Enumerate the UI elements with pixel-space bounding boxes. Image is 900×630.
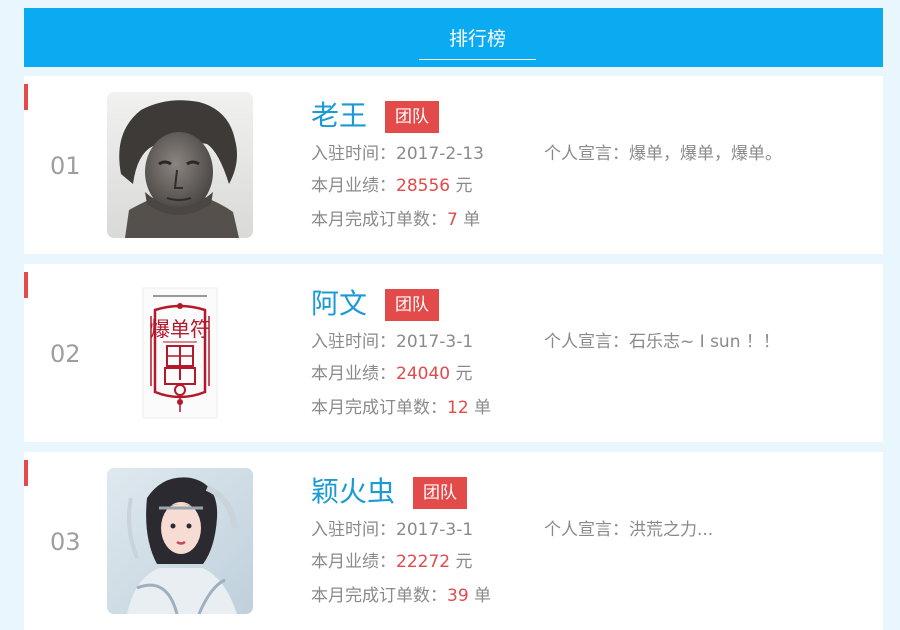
sales-unit: 元 <box>450 364 473 384</box>
monthly-sales: 本月业绩：24040 元 <box>311 363 473 385</box>
sales-unit: 元 <box>450 552 473 572</box>
orders-value: 39 <box>447 586 469 606</box>
join-label: 入驻时间： <box>311 520 396 540</box>
heroine-illustration-icon <box>107 468 253 614</box>
join-date-value: 2017-3-1 <box>396 332 474 352</box>
orders-unit: 单 <box>468 586 492 606</box>
page-title: 排行榜 <box>419 26 536 60</box>
ranking-card-1[interactable]: 01 老王 团队 入驻时间：2017-2-13 个人宣言：爆单，爆单，爆单。 本… <box>24 76 883 254</box>
sales-label: 本月业绩： <box>311 364 396 384</box>
join-date: 入驻时间：2017-3-1 <box>311 331 473 353</box>
monthly-sales: 本月业绩：22272 元 <box>311 551 473 573</box>
sales-value: 28556 <box>396 176 451 196</box>
orders-label: 本月完成订单数： <box>311 586 447 606</box>
rank-marker <box>24 84 28 110</box>
avatar[interactable] <box>107 92 253 238</box>
join-date: 入驻时间：2017-3-1 <box>311 519 473 541</box>
join-date: 入驻时间：2017-2-13 <box>311 143 484 165</box>
orders-unit: 单 <box>468 398 492 418</box>
rank-number: 01 <box>50 152 81 180</box>
sales-value: 24040 <box>396 364 451 384</box>
ranking-header: 排行榜 <box>24 8 883 67</box>
book-cover-icon: 爆单符 <box>107 280 253 426</box>
bust-photo-icon <box>107 92 253 238</box>
rank-marker <box>24 272 28 298</box>
rank-number: 03 <box>50 528 81 556</box>
ranking-card-2[interactable]: 02 爆单符 阿文 团队 入驻时间：2017-3-1 个人宣言：石乐志~ I s… <box>24 264 883 442</box>
member-name[interactable]: 颖火虫 <box>311 474 395 510</box>
orders-value: 12 <box>447 398 469 418</box>
motto-label: 个人宣言： <box>544 144 629 164</box>
monthly-orders: 本月完成订单数：12 单 <box>311 397 491 419</box>
join-date-value: 2017-3-1 <box>396 520 474 540</box>
team-badge: 团队 <box>413 477 467 509</box>
motto-label: 个人宣言： <box>544 332 629 352</box>
book-cover-title: 爆单符 <box>150 317 210 341</box>
motto-label: 个人宣言： <box>544 520 629 540</box>
member-name[interactable]: 阿文 <box>311 286 367 322</box>
monthly-orders: 本月完成订单数：39 单 <box>311 585 491 607</box>
team-badge: 团队 <box>385 101 439 133</box>
rank-number: 02 <box>50 340 81 368</box>
sales-label: 本月业绩： <box>311 176 396 196</box>
orders-label: 本月完成订单数： <box>311 210 447 230</box>
motto-value: 洪荒之力... <box>629 520 714 540</box>
monthly-orders: 本月完成订单数：7 单 <box>311 209 480 231</box>
motto-value: 爆单，爆单，爆单。 <box>629 144 782 164</box>
sales-value: 22272 <box>396 552 451 572</box>
avatar[interactable]: 爆单符 <box>107 280 253 426</box>
motto: 个人宣言：爆单，爆单，爆单。 <box>544 143 782 165</box>
join-label: 入驻时间： <box>311 332 396 352</box>
ranking-card-3[interactable]: 03 颖火虫 团队 入驻时间：2017-3-1 个人宣言：洪荒之力... 本月业… <box>24 452 883 630</box>
join-date-value: 2017-2-13 <box>396 144 484 164</box>
orders-unit: 单 <box>457 210 481 230</box>
join-label: 入驻时间： <box>311 144 396 164</box>
motto: 个人宣言：洪荒之力... <box>544 519 713 541</box>
monthly-sales: 本月业绩：28556 元 <box>311 175 473 197</box>
motto: 个人宣言：石乐志~ I sun ！！ <box>544 331 780 353</box>
motto-value: 石乐志~ I sun ！！ <box>629 332 780 352</box>
member-name[interactable]: 老王 <box>311 98 367 134</box>
sales-unit: 元 <box>450 176 473 196</box>
avatar[interactable] <box>107 468 253 614</box>
orders-label: 本月完成订单数： <box>311 398 447 418</box>
team-badge: 团队 <box>385 289 439 321</box>
rank-marker <box>24 460 28 486</box>
orders-value: 7 <box>447 210 458 230</box>
sales-label: 本月业绩： <box>311 552 396 572</box>
